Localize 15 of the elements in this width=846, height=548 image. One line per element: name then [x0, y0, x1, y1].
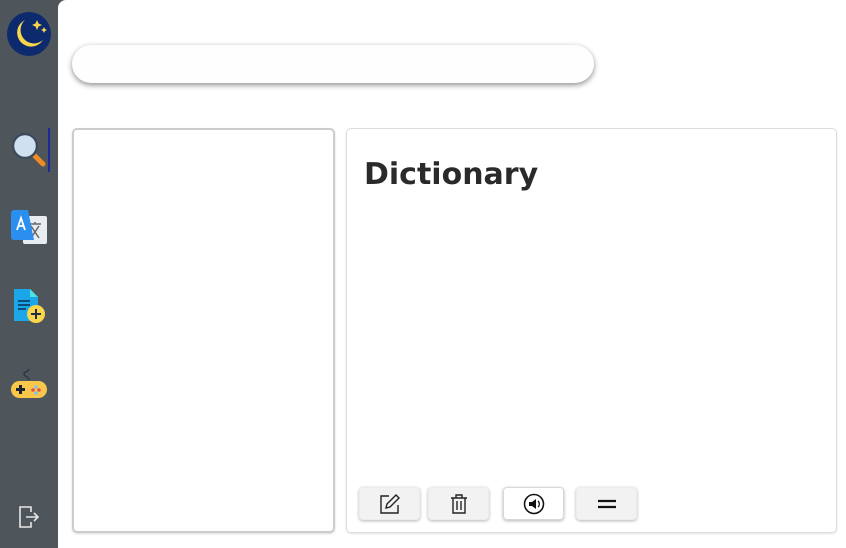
panel-title: Dictionary: [364, 157, 540, 192]
logout-icon[interactable]: [19, 506, 39, 528]
search-field[interactable]: [72, 45, 594, 83]
edit-icon: [380, 494, 400, 514]
moon-logo-icon: [7, 12, 51, 56]
menu-icon: [598, 498, 616, 508]
delete-button[interactable]: [428, 487, 489, 520]
sound-button[interactable]: [503, 487, 564, 520]
edit-button[interactable]: [359, 487, 420, 520]
document-add-icon[interactable]: [11, 288, 47, 324]
magnifier-icon[interactable]: [11, 132, 47, 168]
menu-button[interactable]: [576, 487, 637, 520]
trash-icon: [450, 494, 468, 514]
speaker-icon: [522, 492, 544, 514]
translate-icon[interactable]: [11, 210, 47, 246]
